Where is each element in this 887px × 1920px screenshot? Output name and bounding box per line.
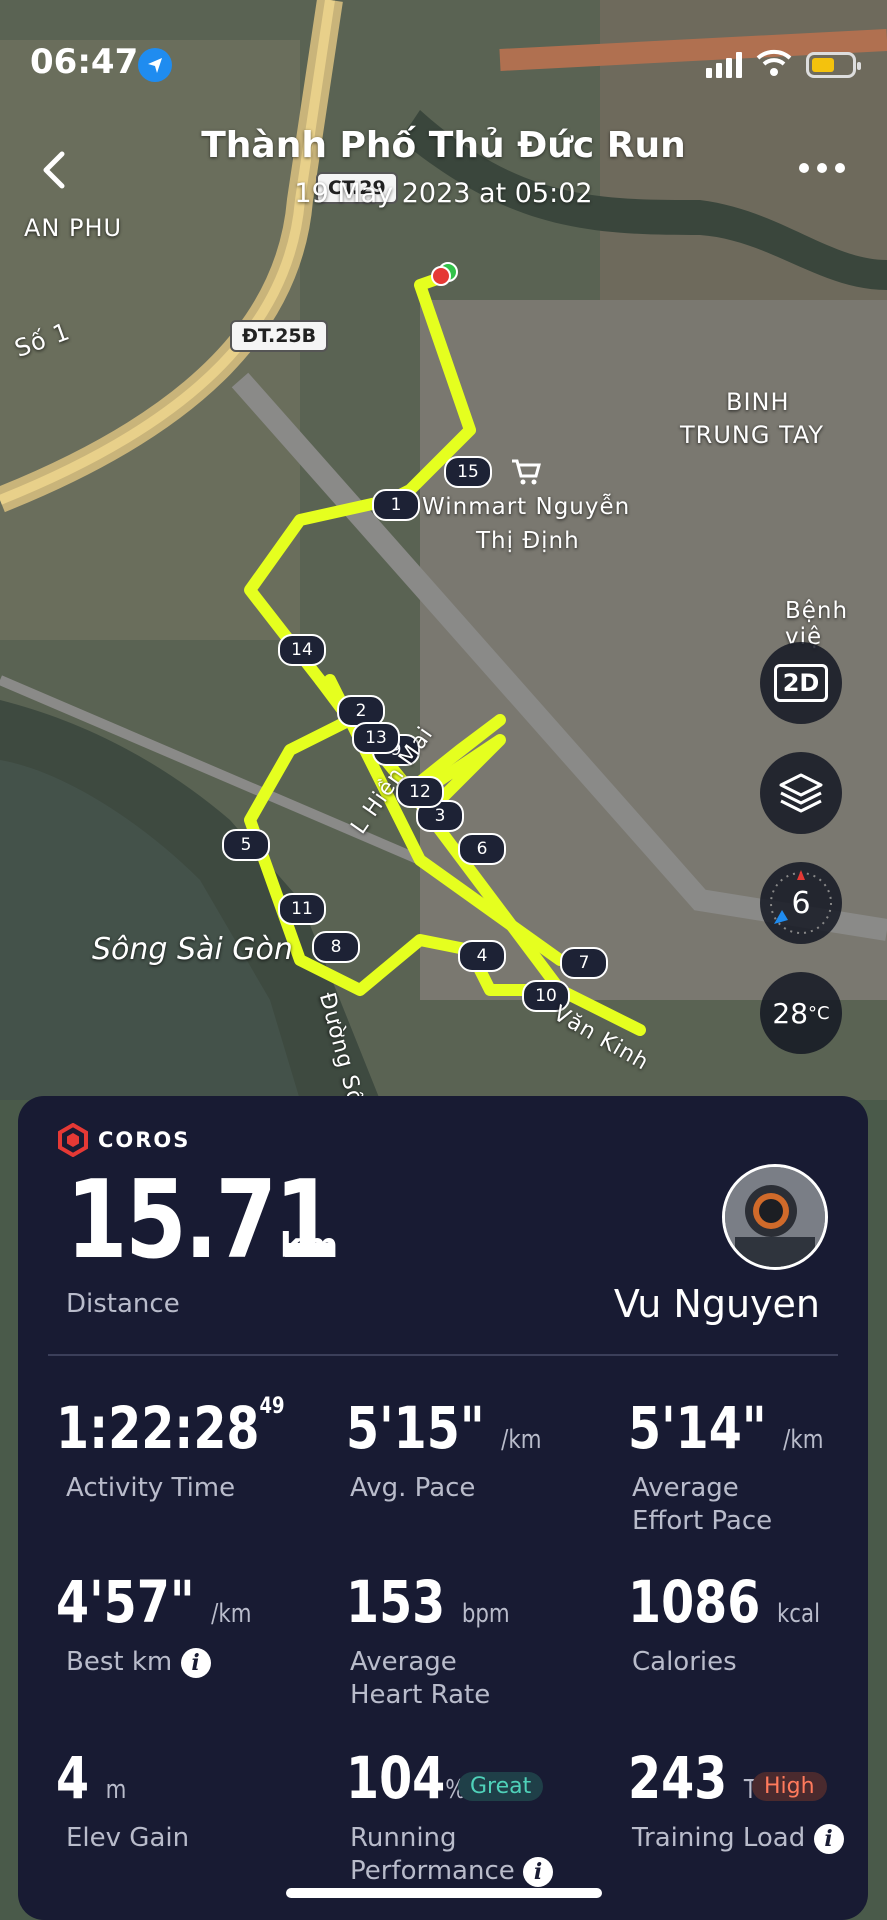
- running-performance-label-2: Performance i: [350, 1855, 554, 1888]
- heart-rate-label-2: Heart Rate: [350, 1680, 491, 1710]
- effort-pace-value: 5'14" /km: [628, 1394, 824, 1462]
- map-label: Thị Định: [476, 528, 580, 554]
- running-performance-value: 104%: [346, 1744, 466, 1812]
- km-marker: 7: [560, 947, 608, 979]
- map-label: AN PHU: [24, 214, 123, 242]
- km-marker: 14: [278, 634, 326, 666]
- elev-gain-value: 4 m: [56, 1744, 127, 1812]
- status-bar: 06:47: [0, 0, 887, 120]
- heart-rate-value: 153 bpm: [346, 1568, 510, 1636]
- status-time: 06:47: [30, 42, 139, 82]
- activity-time-fraction: 49: [259, 1394, 285, 1419]
- calories-value: 1086 kcal: [628, 1568, 821, 1636]
- coros-logo: COROS: [56, 1122, 190, 1158]
- wifi-icon: [756, 48, 792, 78]
- info-icon[interactable]: i: [523, 1856, 554, 1887]
- running-performance-label-1: Running: [350, 1823, 457, 1853]
- elev-gain-label: Elev Gain: [66, 1823, 190, 1853]
- km-marker: 6: [458, 833, 506, 865]
- battery-icon: [806, 52, 861, 78]
- activity-date: 19 May 2023 at 05:02: [294, 178, 593, 209]
- compass-value: 6: [791, 885, 811, 921]
- best-km-value: 4'57" /km: [56, 1568, 252, 1636]
- effort-pace-label-1: Average: [632, 1473, 739, 1503]
- distance-unit: km: [280, 1226, 339, 1266]
- more-options-icon[interactable]: [798, 160, 846, 174]
- view-mode-label: 2D: [773, 664, 829, 702]
- user-name: Vu Nguyen: [613, 1282, 820, 1326]
- avg-pace-label: Avg. Pace: [350, 1473, 476, 1503]
- weather-indicator: 28 °C: [760, 972, 842, 1054]
- page-title: Thành Phố Thủ Đức Run: [201, 125, 686, 166]
- map-label: Winmart Nguyễn: [422, 494, 631, 520]
- road-sign: ĐT.25B: [230, 320, 329, 352]
- calories-label: Calories: [632, 1647, 737, 1677]
- effort-pace-label-2: Effort Pace: [632, 1506, 773, 1536]
- shopping-cart-icon: [510, 458, 542, 486]
- brand-name: COROS: [98, 1128, 191, 1152]
- km-marker: 13: [352, 722, 400, 754]
- heart-rate-label-1: Average: [350, 1647, 457, 1677]
- calories-unit: kcal: [776, 1599, 821, 1629]
- map-label: TRUNG TAY: [680, 421, 825, 449]
- location-arrow-icon: [138, 48, 172, 82]
- map-label: BINH: [726, 388, 790, 416]
- elev-gain-unit: m: [105, 1775, 127, 1805]
- km-marker: 1: [372, 489, 420, 521]
- training-load-label: Training Load i: [632, 1822, 844, 1855]
- avatar[interactable]: [722, 1164, 828, 1270]
- km-marker: 11: [278, 893, 326, 925]
- effort-pace-unit: /km: [783, 1425, 824, 1455]
- info-icon[interactable]: i: [813, 1823, 844, 1854]
- layers-icon: [779, 773, 823, 813]
- map-label: Sông Sài Gòn: [92, 932, 293, 967]
- km-marker: 15: [444, 456, 492, 488]
- great-badge: Great: [458, 1772, 544, 1801]
- heart-rate-unit: bpm: [461, 1599, 510, 1629]
- high-badge: High: [752, 1772, 827, 1801]
- distance-label: Distance: [66, 1289, 180, 1319]
- coros-logo-icon: [58, 1123, 88, 1157]
- activity-time-label: Activity Time: [66, 1473, 236, 1503]
- signal-icon: [706, 52, 744, 78]
- activity-time-value: 1:22:2849: [56, 1394, 285, 1462]
- avg-pace-unit: /km: [501, 1425, 542, 1455]
- avg-pace-value: 5'15" /km: [346, 1394, 542, 1462]
- km-marker: 4: [458, 940, 506, 972]
- km-marker: 8: [312, 931, 360, 963]
- layers-button[interactable]: [760, 752, 842, 834]
- activity-summary-card: COROS 15.71 km Distance Vu Nguyen 1:22:2…: [18, 1096, 868, 1920]
- info-icon[interactable]: i: [180, 1647, 211, 1678]
- home-indicator[interactable]: [286, 1888, 602, 1898]
- divider: [48, 1354, 838, 1356]
- view-mode-button[interactable]: 2D: [760, 642, 842, 724]
- best-km-unit: /km: [211, 1599, 252, 1629]
- compass-button[interactable]: 6: [760, 862, 842, 944]
- training-load-value: 243 TL: [628, 1744, 769, 1812]
- km-marker: 5: [222, 829, 270, 861]
- temperature-unit: °C: [808, 1002, 830, 1024]
- temperature-value: 28: [772, 996, 809, 1030]
- best-km-label: Best km i: [66, 1646, 211, 1679]
